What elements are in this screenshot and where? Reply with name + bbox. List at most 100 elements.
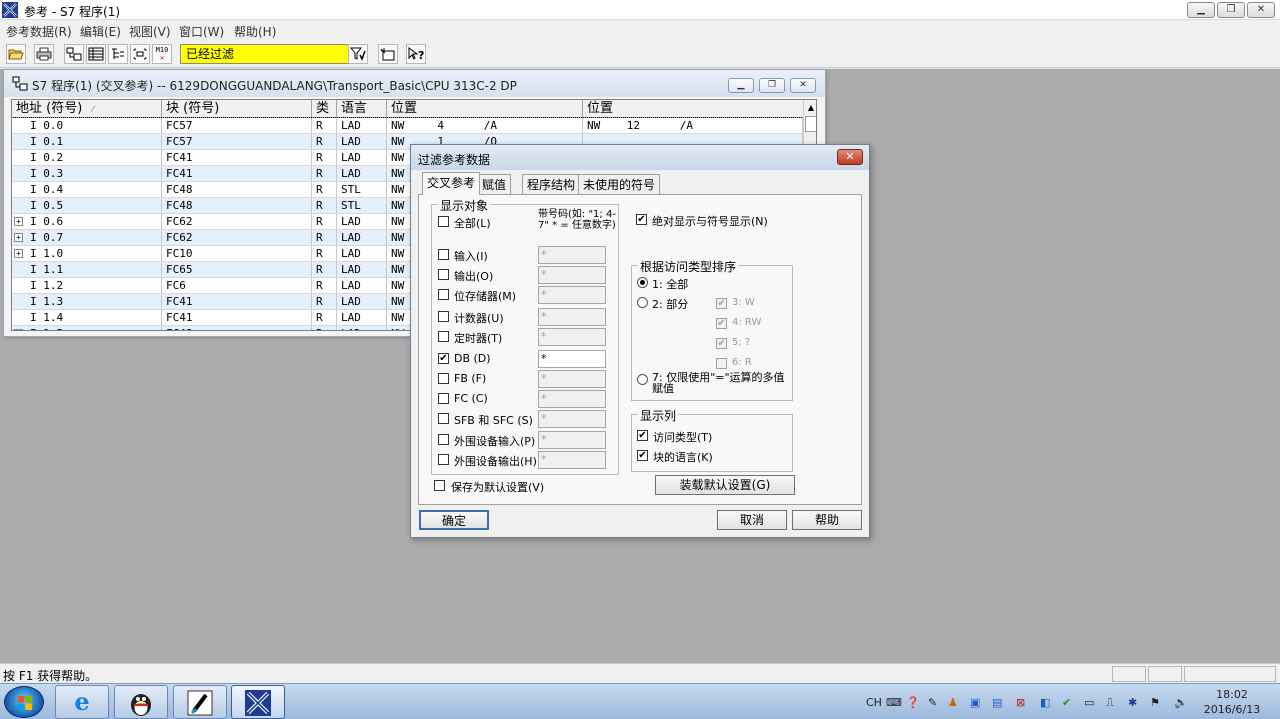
cancel-button[interactable]: 取消 xyxy=(717,510,787,530)
start-button[interactable] xyxy=(4,686,44,718)
minimize-button[interactable]: ▁ xyxy=(1187,2,1215,18)
xref-icon[interactable] xyxy=(64,44,84,64)
usb-tray-icon[interactable]: ⎍ xyxy=(1106,696,1114,710)
child-title-bar[interactable]: S7 程序(1) (交叉参考) -- 6129DONGGUANDALANG\Tr… xyxy=(4,70,825,97)
object-checkbox[interactable] xyxy=(438,434,449,445)
flag-tray-icon[interactable]: ⚑ xyxy=(1150,696,1160,709)
object-mask-input[interactable]: * xyxy=(538,308,606,326)
object-checkbox[interactable] xyxy=(438,454,449,465)
bluetooth-icon[interactable]: ✱ xyxy=(1128,696,1137,709)
child-restore-button[interactable]: ❐ xyxy=(759,78,785,93)
object-checkbox[interactable] xyxy=(438,289,449,300)
filter-icon[interactable] xyxy=(348,44,368,64)
clock[interactable]: 18:02 2016/6/13 xyxy=(1198,687,1266,717)
expand-icon[interactable]: + xyxy=(14,329,23,330)
absolute-symbol-checkbox[interactable]: ✔ xyxy=(636,214,647,225)
unused-icon[interactable] xyxy=(130,44,150,64)
volume-icon[interactable]: 🔈 xyxy=(1174,696,1188,709)
expand-icon[interactable]: + xyxy=(14,217,23,226)
block-language-checkbox[interactable]: ✔ xyxy=(637,450,648,461)
step7-icon[interactable] xyxy=(173,685,227,719)
tab-unused-symbols[interactable]: 未使用的符号 xyxy=(578,174,661,194)
close-button[interactable]: ✕ xyxy=(1247,2,1275,18)
load-default-button[interactable]: 装载默认设置(G) xyxy=(655,475,795,495)
display-tray-icon[interactable]: ▤ xyxy=(992,696,1002,709)
keyboard-icon[interactable]: ⌨ xyxy=(886,696,902,709)
object-checkbox[interactable]: ✔ xyxy=(438,353,449,364)
dialog-title-bar[interactable]: 过滤参考数据 ✕ xyxy=(411,145,869,170)
access-sub-checkbox[interactable] xyxy=(716,358,727,369)
child-close-button[interactable]: ✕ xyxy=(790,78,816,93)
radio-partial[interactable] xyxy=(637,297,648,308)
object-checkbox[interactable] xyxy=(438,311,449,322)
help-pointer-icon[interactable]: ? xyxy=(406,44,426,64)
object-mask-input[interactable]: * xyxy=(538,266,606,284)
app-title-bar[interactable]: 参考 - S7 程序(1) ▁ ❐ ✕ xyxy=(0,0,1280,20)
tray-language[interactable]: CH xyxy=(866,696,882,709)
table-row[interactable]: I 0.0 FC57 R LAD NW 4 /A NW 12 /A xyxy=(12,117,804,135)
qq-icon[interactable] xyxy=(114,685,168,719)
menu-help[interactable]: 帮助(H) xyxy=(234,23,276,40)
object-mask-input[interactable]: * xyxy=(538,370,606,388)
scroll-up-icon[interactable]: ▲ xyxy=(804,100,816,116)
m10-icon[interactable]: M10 ✕ xyxy=(152,44,172,64)
ok-button[interactable]: 确定 xyxy=(419,510,489,530)
object-checkbox[interactable] xyxy=(438,393,449,404)
column-address[interactable]: 地址 (符号) ⁄ xyxy=(12,100,162,118)
object-checkbox[interactable] xyxy=(438,269,449,280)
object-mask-input[interactable]: * xyxy=(538,390,606,408)
column-location-2[interactable]: 位置 xyxy=(583,100,803,118)
object-mask-input[interactable]: * xyxy=(538,451,606,469)
save-default-checkbox[interactable] xyxy=(434,480,445,491)
menu-edit[interactable]: 编辑(E) xyxy=(80,23,121,40)
radio-all[interactable] xyxy=(637,277,648,288)
object-mask-input[interactable]: * xyxy=(538,286,606,304)
column-language[interactable]: 语言 xyxy=(337,100,387,118)
restore-button[interactable]: ❐ xyxy=(1217,2,1245,18)
open-icon[interactable] xyxy=(6,44,26,64)
object-mask-input[interactable]: * xyxy=(538,328,606,346)
menu-view[interactable]: 视图(V) xyxy=(129,23,171,40)
object-checkbox[interactable] xyxy=(438,331,449,342)
column-type[interactable]: 类 xyxy=(312,100,337,118)
tab-assignment[interactable]: 赋值 xyxy=(477,174,512,194)
disabled-tray-icon[interactable]: ⊠ xyxy=(1016,696,1025,709)
object-mask-input[interactable]: * xyxy=(538,410,606,428)
object-mask-input[interactable]: * xyxy=(538,431,606,449)
qq-tray-icon[interactable]: ♟ xyxy=(948,696,958,709)
cfg-tray-icon[interactable]: ◧ xyxy=(1040,696,1050,709)
expand-icon[interactable]: + xyxy=(14,249,23,258)
access-sub-checkbox[interactable]: ✔ xyxy=(716,298,727,309)
tab-program-structure[interactable]: 程序结构 xyxy=(522,174,581,194)
network-tray-icon[interactable]: ▣ xyxy=(970,696,980,709)
child-minimize-button[interactable]: ▁ xyxy=(728,78,754,93)
menu-window[interactable]: 窗口(W) xyxy=(179,23,224,40)
dialog-close-button[interactable]: ✕ xyxy=(837,149,863,165)
filter-status-field[interactable]: 已经过滤 xyxy=(180,44,368,64)
object-checkbox[interactable] xyxy=(438,216,449,227)
expand-icon[interactable]: + xyxy=(14,233,23,242)
device-tray-icon[interactable]: ▭ xyxy=(1084,696,1094,709)
access-type-checkbox[interactable]: ✔ xyxy=(637,430,648,441)
column-location-1[interactable]: 位置 xyxy=(387,100,583,118)
print-icon[interactable] xyxy=(34,44,54,64)
help-button[interactable]: 帮助 xyxy=(792,510,862,530)
filter-dialog[interactable]: 过滤参考数据 ✕ 交叉参考 赋值 程序结构 未使用的符号 显示对象 带号码(如:… xyxy=(410,144,870,538)
input-method-icon[interactable]: ✎ xyxy=(928,696,937,709)
scroll-thumb[interactable] xyxy=(805,116,816,132)
access-sub-checkbox[interactable]: ✔ xyxy=(716,318,727,329)
column-block[interactable]: 块 (符号) xyxy=(162,100,312,118)
ie-icon[interactable]: e xyxy=(55,685,109,719)
list-icon[interactable] xyxy=(86,44,106,64)
security-tray-icon[interactable]: ✔ xyxy=(1062,696,1071,709)
object-checkbox[interactable] xyxy=(438,249,449,260)
object-mask-input[interactable]: * xyxy=(538,246,606,264)
menu-reference-data[interactable]: 参考数据(R) xyxy=(6,23,72,40)
structure-icon[interactable] xyxy=(108,44,128,64)
reference-app-task[interactable] xyxy=(231,685,285,719)
help-tray-icon[interactable]: ❓ xyxy=(906,696,920,709)
radio-multi-assign[interactable] xyxy=(637,374,648,385)
object-checkbox[interactable] xyxy=(438,413,449,424)
tab-cross-reference[interactable]: 交叉参考 xyxy=(422,172,481,195)
access-sub-checkbox[interactable]: ✔ xyxy=(716,338,727,349)
